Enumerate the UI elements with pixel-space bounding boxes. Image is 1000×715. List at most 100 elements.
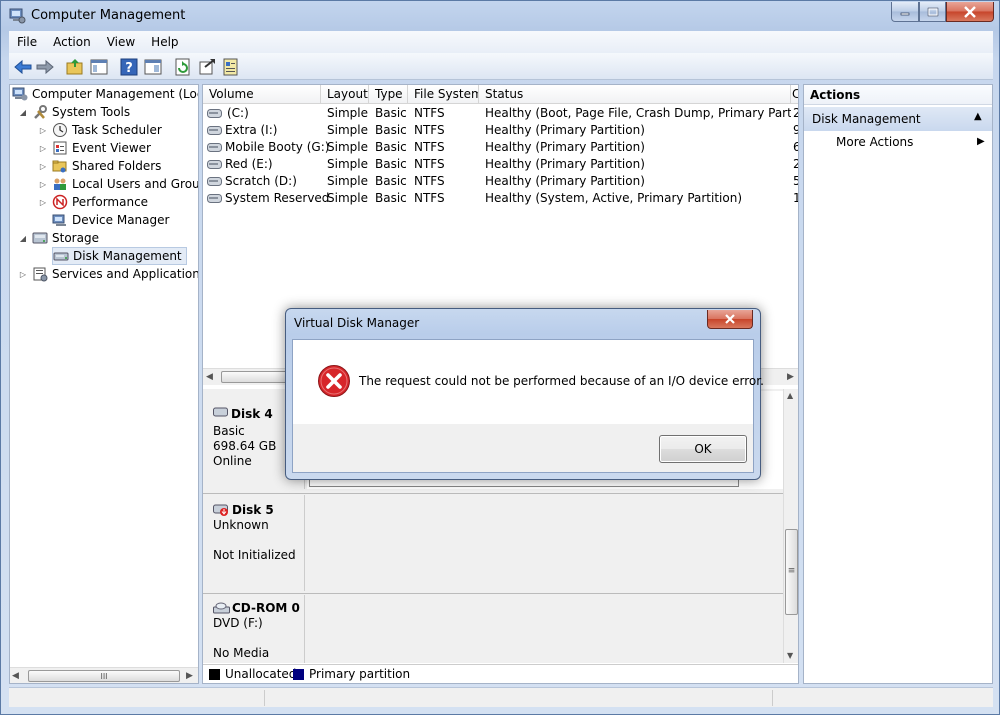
disk-5-info[interactable]: Disk 5 Unknown Not Initialized: [205, 495, 305, 591]
toolbar: ?: [9, 53, 993, 80]
disk-5-name: Disk 5: [232, 503, 274, 517]
maximize-button[interactable]: [919, 2, 946, 22]
expand-arrow-icon[interactable]: ▷: [38, 179, 48, 189]
back-icon[interactable]: [13, 57, 33, 77]
disk-4-name: Disk 4: [231, 407, 273, 421]
tree-item-local-users[interactable]: ▷ Local Users and Groups: [38, 175, 198, 193]
legend-swatch-primary: [293, 669, 304, 680]
scroll-thumb[interactable]: ≡: [785, 529, 798, 615]
menu-help[interactable]: Help: [143, 35, 186, 49]
cdrom-0-partitions[interactable]: [307, 595, 783, 663]
column-header-capacity[interactable]: C: [791, 85, 798, 104]
help-icon[interactable]: ?: [119, 57, 139, 77]
dialog-close-button[interactable]: [707, 310, 753, 329]
expand-arrow-icon[interactable]: ▷: [18, 269, 28, 279]
tree-item-shared-folders[interactable]: ▷ Shared Folders: [38, 157, 161, 175]
properties-icon[interactable]: [221, 57, 241, 77]
tree-item-services[interactable]: ▷ Services and Applications: [18, 265, 198, 283]
cell-status: Healthy (Primary Partition): [485, 174, 645, 188]
scroll-left-arrow-icon[interactable]: ◀: [206, 372, 213, 382]
tree-item-performance[interactable]: ▷ Performance: [38, 193, 148, 211]
cell-type: Basic: [375, 191, 407, 205]
tree-item-task-scheduler[interactable]: ▷ Task Scheduler: [38, 121, 162, 139]
forward-icon[interactable]: [35, 57, 55, 77]
scroll-left-arrow-icon[interactable]: ◀: [12, 671, 19, 681]
cdrom-0-info[interactable]: CD-ROM 0 DVD (F:) No Media: [205, 595, 305, 663]
show-hide-tree-icon[interactable]: [89, 57, 109, 77]
device-manager-icon: [52, 214, 66, 226]
minimize-button[interactable]: [891, 2, 919, 22]
svg-text:?: ?: [125, 61, 133, 76]
tree-item-disk-management[interactable]: Disk Management: [52, 247, 187, 265]
tree-item-event-viewer[interactable]: ▷ Event Viewer: [38, 139, 151, 157]
volume-icon: [207, 160, 222, 169]
scroll-right-arrow-icon[interactable]: ▶: [787, 372, 794, 382]
export-icon[interactable]: [197, 57, 217, 77]
menu-view[interactable]: View: [99, 35, 143, 49]
refresh-icon[interactable]: [173, 57, 193, 77]
tree-horizontal-scrollbar[interactable]: ◀ III ▶: [10, 667, 198, 683]
scroll-right-arrow-icon[interactable]: ▶: [186, 671, 193, 681]
table-row[interactable]: Red (E:) Simple Basic NTFS Healthy (Prim…: [203, 156, 798, 173]
expand-arrow-icon[interactable]: ▷: [38, 125, 48, 135]
cell-status: Healthy (Primary Partition): [485, 140, 645, 154]
table-row[interactable]: Scratch (D:) Simple Basic NTFS Healthy (…: [203, 173, 798, 190]
scroll-down-arrow-icon[interactable]: ▼: [787, 651, 793, 660]
disk-5-partitions[interactable]: [307, 495, 783, 591]
action-pane-icon[interactable]: [143, 57, 163, 77]
shared-folder-icon: [52, 160, 67, 173]
disk-icon: [213, 407, 228, 417]
cell-file-system: NTFS: [414, 106, 445, 120]
cell-file-system: NTFS: [414, 157, 445, 171]
column-header-layout[interactable]: Layout: [321, 85, 369, 104]
error-dialog: Virtual Disk Manager The request could n…: [285, 308, 764, 480]
column-header-type[interactable]: Type: [369, 85, 408, 104]
cell-volume: Mobile Booty (G:): [225, 140, 330, 154]
tree-item-root[interactable]: Computer Management (Local: [12, 85, 199, 103]
cell-capacity: 6: [793, 139, 798, 156]
cell-type: Basic: [375, 123, 407, 137]
partition-block[interactable]: [309, 479, 739, 487]
tree-item-storage[interactable]: ◢ Storage: [18, 229, 99, 247]
cell-layout: Simple: [327, 123, 368, 137]
collapse-arrow-icon[interactable]: ◢: [18, 107, 28, 117]
table-row[interactable]: Extra (I:) Simple Basic NTFS Healthy (Pr…: [203, 122, 798, 139]
table-row[interactable]: System Reserved Simple Basic NTFS Health…: [203, 190, 798, 207]
computer-management-icon: [12, 87, 28, 101]
scroll-thumb[interactable]: [221, 371, 291, 383]
cell-type: Basic: [375, 174, 407, 188]
table-row[interactable]: (C:) Simple Basic NTFS Healthy (Boot, Pa…: [203, 105, 798, 122]
title-bar[interactable]: Computer Management: [1, 1, 1000, 31]
column-header-status[interactable]: Status: [479, 85, 791, 104]
more-actions-item[interactable]: More Actions: [836, 135, 913, 149]
dialog-footer: OK: [293, 424, 753, 472]
cell-capacity: 9: [793, 122, 798, 139]
tree-item-system-tools[interactable]: ◢ System Tools: [18, 103, 130, 121]
volume-icon: [207, 143, 222, 152]
disk-4-state: Online: [213, 454, 252, 468]
menu-action[interactable]: Action: [45, 35, 99, 49]
tree-label-storage: Storage: [52, 231, 99, 245]
tree-label-root: Computer Management (Local: [32, 87, 199, 101]
column-header-volume[interactable]: Volume: [203, 85, 321, 104]
scroll-up-arrow-icon[interactable]: ▲: [787, 391, 793, 400]
menu-file[interactable]: File: [9, 35, 45, 49]
table-row[interactable]: Mobile Booty (G:) Simple Basic NTFS Heal…: [203, 139, 798, 156]
ok-button[interactable]: OK: [659, 435, 747, 463]
collapse-up-arrow-icon[interactable]: ▲: [974, 111, 982, 122]
actions-section-disk-management[interactable]: Disk Management ▲: [804, 107, 992, 131]
up-folder-icon[interactable]: [65, 57, 85, 77]
collapse-arrow-icon[interactable]: ◢: [18, 233, 28, 243]
cell-capacity: 2: [793, 156, 798, 173]
expand-arrow-icon[interactable]: ▷: [38, 161, 48, 171]
scroll-thumb[interactable]: III: [28, 670, 180, 682]
expand-arrow-icon[interactable]: ▷: [38, 197, 48, 207]
services-icon: [33, 267, 48, 282]
cell-status: Healthy (System, Active, Primary Partiti…: [485, 191, 743, 205]
tree-item-device-manager[interactable]: Device Manager: [52, 211, 169, 229]
actions-header: Actions: [804, 85, 992, 105]
expand-arrow-icon[interactable]: ▷: [38, 143, 48, 153]
column-header-file-system[interactable]: File System: [408, 85, 479, 104]
disk-view-vertical-scrollbar[interactable]: ▲ ≡ ▼: [783, 389, 798, 663]
close-button[interactable]: [946, 2, 994, 22]
